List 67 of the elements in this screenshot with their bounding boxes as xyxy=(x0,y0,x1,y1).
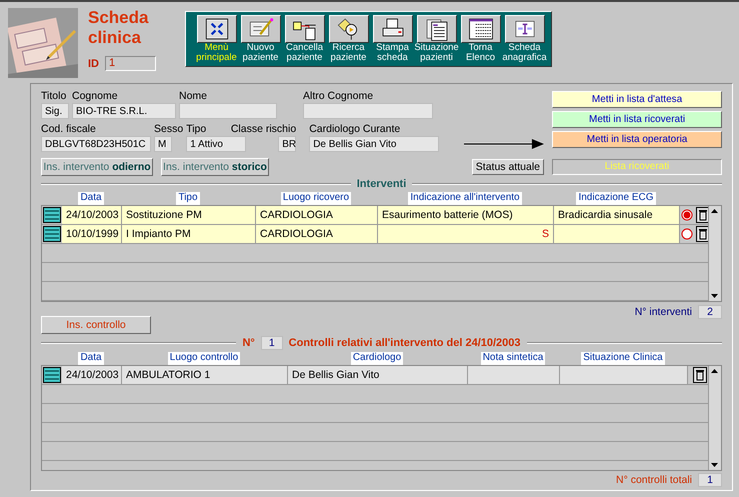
radio-button[interactable] xyxy=(681,209,693,221)
column-header: Luogo controllo xyxy=(168,352,240,365)
table-cell: De Bellis Gian Vito xyxy=(288,366,468,384)
field-label: Classe rischio xyxy=(230,123,296,136)
row-icon[interactable] xyxy=(43,207,61,223)
insert-button[interactable]: Ins. intervento odierno xyxy=(41,158,153,176)
count-label: N° controlli totali xyxy=(616,474,692,486)
input-field[interactable]: BIO-TRE S.R.L. xyxy=(72,103,176,119)
list-button[interactable]: Metti in lista ricoverati xyxy=(552,111,722,128)
insert-button[interactable]: Ins. intervento storico xyxy=(161,158,269,176)
field-label: Titolo xyxy=(41,90,66,103)
trash-icon[interactable] xyxy=(692,367,706,383)
count-field: 2 xyxy=(698,305,722,319)
trash-icon[interactable] xyxy=(696,226,708,242)
row-icon[interactable] xyxy=(43,367,61,383)
table-cell: CARDIOLOGIA xyxy=(256,225,378,243)
table-cell: CARDIOLOGIA xyxy=(256,206,378,224)
table-cell: 24/10/2003 xyxy=(62,366,122,384)
status-field: Lista ricoverati xyxy=(552,159,722,175)
input-field[interactable]: Sig. xyxy=(41,103,69,119)
input-field[interactable]: De Bellis Gian Vito xyxy=(309,136,440,152)
column-header: Cardiologo xyxy=(350,352,404,365)
input-field[interactable]: M xyxy=(154,136,172,152)
table-cell: 10/10/1999 xyxy=(62,225,122,243)
field-label: Sesso xyxy=(154,123,184,136)
table-cell: I Impianto PM xyxy=(122,225,256,243)
list-button[interactable]: Metti in lista operatoria xyxy=(552,131,722,148)
page-title: Scheda clinica xyxy=(88,8,150,48)
table-cell: S xyxy=(378,225,554,243)
input-field[interactable]: DBLGVT68D23H501C xyxy=(41,136,151,152)
field-label: Cod. fiscale xyxy=(41,123,96,136)
number-label: N° xyxy=(242,337,255,349)
table-cell: Sostituzione PM xyxy=(122,206,256,224)
id-field[interactable]: 1 xyxy=(105,56,156,71)
input-field[interactable] xyxy=(179,103,277,119)
table-cell: Esaurimento batterie (MOS) xyxy=(378,206,554,224)
row-icon[interactable] xyxy=(43,226,61,242)
field-label: Nome xyxy=(179,90,208,103)
list-button[interactable]: Metti in lista d'attesa xyxy=(552,91,722,108)
column-header: Situazione Clinica xyxy=(581,352,665,365)
field-label: Cardiologo Curante xyxy=(309,123,400,136)
count-label: N° interventi xyxy=(634,306,692,318)
section-title: Interventi xyxy=(356,178,406,190)
column-header: Indicazione all'intervento xyxy=(408,192,522,205)
column-header: Luogo ricovero xyxy=(280,192,352,205)
input-field[interactable]: 1 Attivo xyxy=(186,136,246,152)
table-cell: Bradicardia sinusale xyxy=(554,206,680,224)
field-label: Cognome xyxy=(72,90,118,103)
input-field[interactable]: BR xyxy=(278,136,296,152)
column-header: Indicazione ECG xyxy=(576,192,656,205)
status-label: Status attuale xyxy=(472,159,544,175)
field-label: Tipo xyxy=(186,123,206,136)
count-field: 1 xyxy=(698,473,722,487)
column-header: Data xyxy=(78,352,104,365)
arrow-icon xyxy=(464,138,544,150)
column-header: Tipo xyxy=(176,192,200,205)
input-field[interactable] xyxy=(303,103,433,119)
column-header: Data xyxy=(78,192,104,205)
section-title: Controlli relativi all'intervento del 24/10/2003 xyxy=(288,337,521,349)
id-label: ID xyxy=(88,58,99,70)
field-label: Altro Cognome xyxy=(303,90,374,103)
column-header: Nota sintetica xyxy=(480,352,546,365)
trash-icon[interactable] xyxy=(696,207,708,223)
table-cell: AMBULATORIO 1 xyxy=(122,366,288,384)
radio-button[interactable] xyxy=(681,228,693,240)
number-field: 1 xyxy=(260,336,283,350)
table-cell: 24/10/2003 xyxy=(62,206,122,224)
